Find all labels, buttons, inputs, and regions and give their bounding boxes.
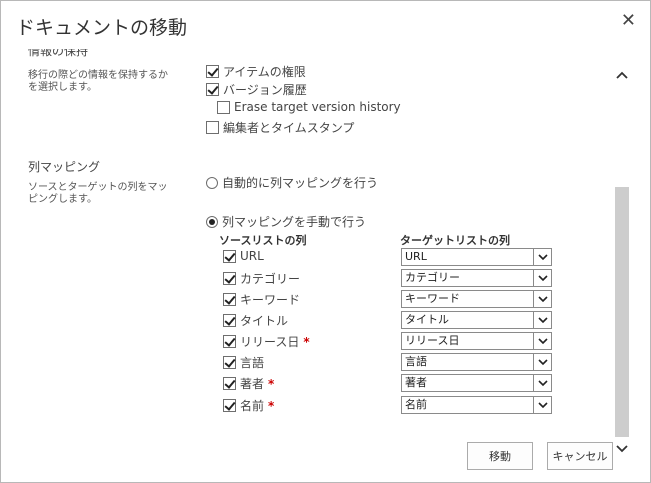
- target-column-select[interactable]: キーワード: [401, 290, 552, 308]
- permissions-label: アイテムの権限: [223, 65, 306, 79]
- mapping-row: 著者 * 著者: [223, 374, 553, 392]
- target-column-select[interactable]: 著者: [401, 374, 552, 392]
- target-column-value: URL: [405, 250, 427, 263]
- source-column-option[interactable]: リリース日 *: [223, 333, 310, 350]
- option-erase-version-history[interactable]: Erase target version history: [217, 100, 401, 114]
- permissions-checkbox[interactable]: [206, 65, 219, 78]
- dialog-title: ドキュメントの移動: [16, 17, 188, 39]
- chevron-down-icon[interactable]: [533, 354, 551, 370]
- mapping-section-description: ソースとターゲットの列をマッピングします。: [28, 182, 168, 205]
- move-button[interactable]: 移動: [467, 442, 533, 470]
- chevron-down-icon[interactable]: [533, 291, 551, 307]
- source-column-checkbox[interactable]: [223, 272, 236, 285]
- target-column-select[interactable]: URL: [401, 248, 552, 266]
- manual-mapping-label: 列マッピングを手動で行う: [222, 215, 367, 229]
- source-column-checkbox[interactable]: [223, 249, 236, 263]
- move-documents-dialog: ドキュメントの移動 ✕ 情報の保持 移行の際どの情報を保持するかを選択します。 …: [0, 0, 651, 483]
- source-column-label: カテゴリー: [240, 272, 301, 286]
- vertical-scrollbar[interactable]: [613, 49, 629, 464]
- chevron-down-icon[interactable]: [533, 375, 551, 391]
- source-column-header: ソースリストの列: [219, 234, 307, 247]
- source-column-label: リリース日: [240, 335, 300, 349]
- option-item-permissions[interactable]: アイテムの権限: [206, 63, 306, 80]
- mapping-row: リリース日 * リリース日: [223, 332, 553, 350]
- source-column-checkbox[interactable]: [223, 377, 236, 390]
- option-editor-timestamp[interactable]: 編集者とタイムスタンプ: [206, 119, 354, 136]
- target-column-value: 言語: [405, 355, 427, 368]
- mapping-section-title: 列マッピング: [28, 160, 101, 174]
- version-history-checkbox[interactable]: [206, 83, 219, 96]
- dialog-content: 情報の保持 移行の際どの情報を保持するかを選択します。 アイテムの権限 バージョ…: [2, 49, 613, 437]
- editor-timestamp-checkbox[interactable]: [206, 121, 219, 134]
- target-column-value: 著者: [405, 376, 427, 389]
- target-column-header: ターゲットリストの列: [400, 234, 510, 247]
- close-icon[interactable]: ✕: [621, 11, 636, 31]
- manual-mapping-option[interactable]: 列マッピングを手動で行う: [206, 213, 366, 230]
- target-column-select[interactable]: 言語: [401, 353, 552, 371]
- target-column-value: タイトル: [405, 313, 449, 326]
- source-column-option[interactable]: キーワード: [223, 291, 304, 308]
- mapping-row: タイトル タイトル: [223, 311, 553, 329]
- chevron-down-icon[interactable]: [533, 397, 551, 413]
- editor-timestamp-label: 編集者とタイムスタンプ: [223, 121, 355, 135]
- source-column-label: 名前: [240, 399, 265, 413]
- source-column-checkbox[interactable]: [223, 335, 236, 348]
- target-column-value: リリース日: [405, 334, 460, 347]
- chevron-down-icon[interactable]: [533, 249, 551, 265]
- chevron-down-icon[interactable]: [533, 312, 551, 328]
- source-column-label: キーワード: [240, 293, 301, 307]
- source-column-checkbox[interactable]: [223, 293, 236, 306]
- erase-history-label: Erase target version history: [234, 100, 401, 114]
- mapping-row: キーワード キーワード: [223, 290, 553, 308]
- source-column-label: 著者: [240, 377, 265, 391]
- target-column-value: キーワード: [405, 292, 460, 305]
- source-column-checkbox[interactable]: [223, 356, 236, 369]
- source-column-label: タイトル: [240, 314, 289, 328]
- option-version-history[interactable]: バージョン履歴: [206, 81, 307, 98]
- source-column-option[interactable]: カテゴリー: [223, 270, 304, 287]
- source-column-checkbox[interactable]: [223, 399, 236, 412]
- scroll-thumb[interactable]: [615, 187, 629, 437]
- cancel-button[interactable]: キャンセル: [547, 442, 613, 470]
- mapping-row: 名前 * 名前: [223, 396, 553, 414]
- auto-mapping-option[interactable]: 自動的に列マッピングを行う: [206, 174, 378, 191]
- info-section-title: 情報の保持: [28, 49, 89, 58]
- source-column-option[interactable]: 名前 *: [223, 397, 274, 414]
- scroll-up-icon[interactable]: [615, 69, 629, 81]
- mapping-row: URL URL: [223, 248, 553, 266]
- source-column-label: URL: [240, 249, 264, 263]
- chevron-down-icon[interactable]: [533, 270, 551, 286]
- required-marker: *: [303, 334, 310, 349]
- source-column-option[interactable]: URL: [223, 249, 268, 263]
- version-history-label: バージョン履歴: [223, 83, 307, 97]
- required-marker: *: [268, 376, 275, 391]
- target-column-select[interactable]: タイトル: [401, 311, 552, 329]
- source-column-checkbox[interactable]: [223, 314, 236, 327]
- source-column-option[interactable]: タイトル: [223, 312, 292, 329]
- manual-mapping-radio[interactable]: [206, 215, 218, 228]
- mapping-row: 言語 言語: [223, 353, 553, 371]
- required-marker: *: [268, 398, 275, 413]
- source-column-option[interactable]: 言語: [223, 354, 268, 371]
- target-column-select[interactable]: カテゴリー: [401, 269, 552, 287]
- source-column-label: 言語: [240, 356, 265, 370]
- target-column-value: 名前: [405, 398, 427, 411]
- target-column-value: カテゴリー: [405, 271, 460, 284]
- info-section-description: 移行の際どの情報を保持するかを選択します。: [28, 70, 168, 93]
- mapping-row: カテゴリー カテゴリー: [223, 269, 553, 287]
- target-column-select[interactable]: リリース日: [401, 332, 552, 350]
- erase-history-checkbox[interactable]: [217, 100, 230, 114]
- scroll-down-icon[interactable]: [615, 443, 629, 455]
- chevron-down-icon[interactable]: [533, 333, 551, 349]
- target-column-select[interactable]: 名前: [401, 396, 552, 414]
- auto-mapping-radio[interactable]: [206, 176, 218, 189]
- source-column-option[interactable]: 著者 *: [223, 375, 274, 392]
- auto-mapping-label: 自動的に列マッピングを行う: [222, 176, 379, 190]
